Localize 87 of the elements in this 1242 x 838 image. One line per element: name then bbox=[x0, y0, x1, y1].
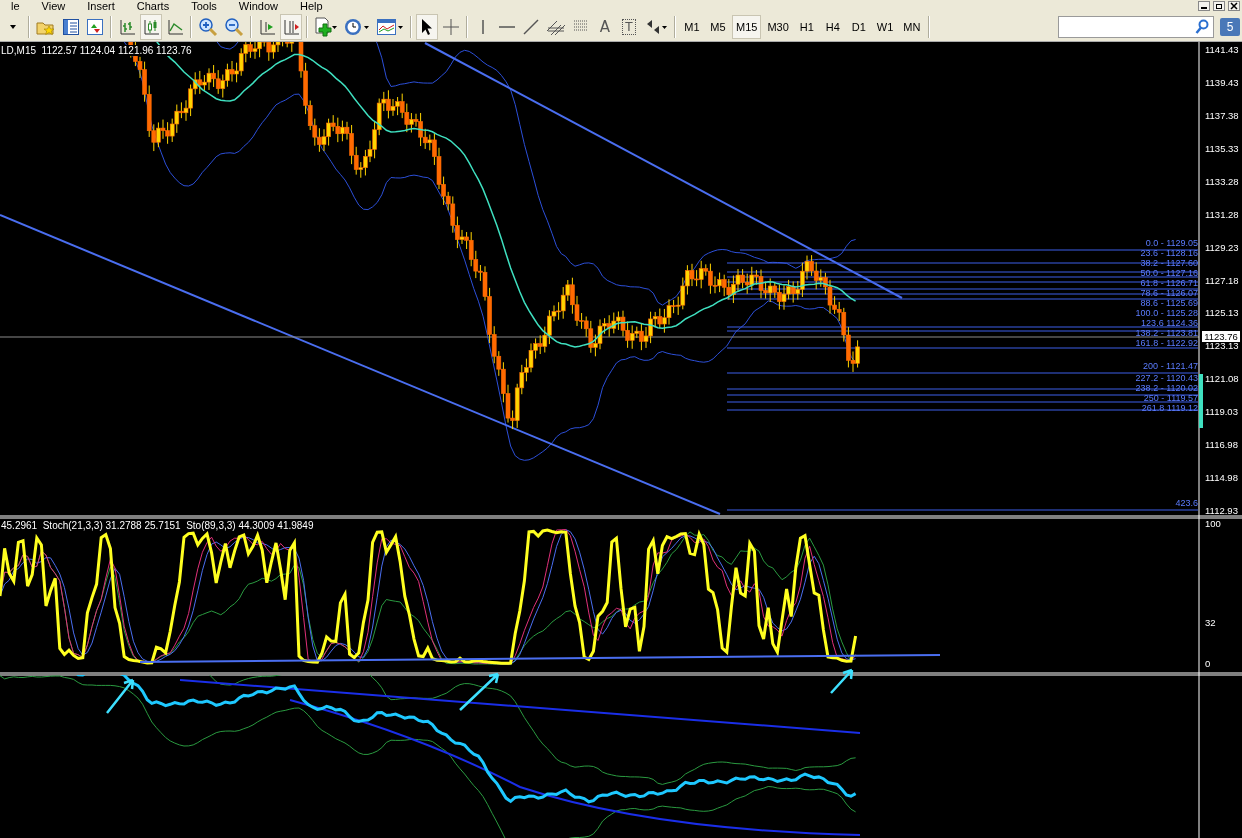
caret-icon bbox=[9, 23, 17, 30]
menu-item[interactable]: View bbox=[30, 1, 77, 12]
price-axis-label: 1121.08 bbox=[1205, 373, 1239, 385]
timeframe-button[interactable]: W1 bbox=[872, 14, 898, 39]
candles-button[interactable] bbox=[140, 13, 162, 40]
templates-icon bbox=[376, 16, 404, 37]
fibonacci-level-label: 138.2 - 1123.81 bbox=[1135, 328, 1198, 338]
timeframe-button[interactable]: M5 bbox=[706, 14, 730, 39]
fibonacci-level-label: 227.2 - 1120.43 bbox=[1135, 373, 1198, 383]
price-axis-label: 1141.43 bbox=[1205, 44, 1239, 55]
indicator-axis-label: 100 bbox=[1205, 518, 1221, 529]
chart-header: LD,M15 1122.57 1124.04 1121.96 1123.76 bbox=[1, 45, 192, 56]
new-indicator-icon bbox=[314, 16, 338, 37]
trendline-icon bbox=[522, 17, 540, 36]
price-axis-label: 1131.28 bbox=[1205, 208, 1239, 220]
price-axis-label: 1139.43 bbox=[1205, 76, 1239, 88]
fibonacci-level-label: 200 - 1121.47 bbox=[1143, 361, 1198, 371]
price-axis-label: 1116.98 bbox=[1205, 439, 1238, 451]
fibonacci-level-label: 0.0 - 1129.05 bbox=[1145, 238, 1198, 248]
horizontal-line-icon bbox=[498, 23, 516, 30]
pointer-icon bbox=[420, 17, 434, 36]
menu-item[interactable]: Charts bbox=[125, 1, 181, 12]
candles-icon bbox=[142, 17, 160, 36]
close-icon[interactable] bbox=[1228, 1, 1240, 11]
price-axis-label: 1127.18 bbox=[1205, 274, 1239, 286]
price-axis-label: 1137.38 bbox=[1205, 109, 1239, 121]
minimize-icon[interactable] bbox=[1198, 1, 1210, 11]
timeframe-button[interactable]: M15 bbox=[732, 14, 762, 39]
navigator-icon bbox=[62, 17, 80, 36]
crosshair-icon bbox=[442, 17, 460, 36]
autoscroll-button[interactable] bbox=[280, 13, 302, 40]
bar-chart-icon bbox=[118, 17, 136, 36]
autoscroll-icon bbox=[282, 17, 300, 36]
price-axis-label: 1112.93 bbox=[1205, 505, 1238, 516]
text-label-button[interactable]: T bbox=[618, 13, 640, 40]
fibonacci-level-label: 38.2 - 1127.60 bbox=[1140, 258, 1198, 268]
menu-item[interactable]: Window bbox=[227, 1, 289, 12]
text-tool-button[interactable]: A bbox=[594, 13, 616, 40]
price-axis-label: 1135.33 bbox=[1205, 142, 1239, 154]
notification-badge[interactable]: 5 bbox=[1220, 17, 1240, 36]
price-axis-label: 1129.23 bbox=[1205, 241, 1239, 253]
zoom-in-icon bbox=[198, 16, 218, 37]
annotation-arrow bbox=[829, 668, 854, 695]
price-axis-label: 1114.98 bbox=[1205, 472, 1238, 484]
price-axis-label: 1125.13 bbox=[1205, 307, 1239, 319]
indicator-axis-label: 0 bbox=[1205, 658, 1211, 669]
line-chart-icon bbox=[166, 17, 184, 36]
fibonacci-level-label: 78.6 - 1126.07 bbox=[1140, 288, 1198, 298]
price-axis-label: 1123.13 bbox=[1205, 340, 1239, 352]
fibonacci-level-label: 61.8 - 1126.71 bbox=[1140, 278, 1198, 288]
fibonacci-level-label: 50.0 - 1127.16 bbox=[1140, 268, 1198, 278]
timeframe-button[interactable]: M30 bbox=[763, 14, 793, 39]
cursor-button[interactable] bbox=[416, 13, 438, 40]
fibonacci-level-label: 261.8 1119.12 bbox=[1141, 403, 1198, 413]
price-axis-label: 1133.28 bbox=[1205, 175, 1239, 187]
timeframe-button[interactable]: MN bbox=[899, 14, 925, 39]
fibonacci-level-label: 250 - 1119.57 bbox=[1143, 393, 1198, 403]
chart-shift-icon bbox=[258, 17, 276, 36]
timeframe-button[interactable]: H4 bbox=[820, 14, 845, 39]
search-icon[interactable] bbox=[1195, 18, 1209, 35]
timeframe-button[interactable]: H1 bbox=[794, 14, 819, 39]
fibonacci-level-label: 88.6 - 1125.69 bbox=[1140, 298, 1198, 308]
current-price-label: 1123.76 bbox=[1202, 331, 1240, 342]
fibonacci-level-label: 23.6 - 1128.16 bbox=[1140, 248, 1198, 258]
vertical-line-icon bbox=[480, 17, 486, 36]
periods-icon bbox=[344, 16, 370, 37]
price-axis-label: 1119.03 bbox=[1205, 406, 1238, 418]
menu-item[interactable]: Insert bbox=[76, 1, 126, 12]
fibonacci-level-label: 161.8 - 1122.92 bbox=[1135, 338, 1198, 348]
indicator-header: 45.2961 Stoch(21,3,3) 31.2788 25.7151 Sto(89,3,3) 44.3009 41.9849 bbox=[1, 520, 314, 531]
search-field[interactable] bbox=[1058, 15, 1214, 38]
fibonacci-level-label: 238.2 - 1120.02 bbox=[1135, 383, 1198, 393]
fibonacci-level-label: 423.6 bbox=[1175, 498, 1198, 508]
menu-item[interactable]: le bbox=[0, 1, 31, 12]
annotation-arrow bbox=[458, 672, 500, 712]
fibonacci-level-label: 123.6 1124.36 bbox=[1141, 318, 1198, 328]
restore-icon[interactable] bbox=[1213, 1, 1225, 11]
menu-item[interactable]: Tools bbox=[180, 1, 228, 12]
timeframe-button[interactable]: M1 bbox=[680, 14, 704, 39]
timeframe-button[interactable]: D1 bbox=[846, 14, 871, 39]
price-range-bar bbox=[1199, 374, 1203, 428]
indicator-axis-label: 32 bbox=[1205, 617, 1216, 628]
data-window-icon bbox=[86, 17, 104, 36]
menu-item[interactable]: Help bbox=[288, 1, 334, 12]
annotation-arrow bbox=[105, 678, 135, 715]
zoom-out-icon bbox=[224, 16, 244, 37]
fibonacci-level-label: 100.0 - 1125.28 bbox=[1135, 308, 1198, 318]
